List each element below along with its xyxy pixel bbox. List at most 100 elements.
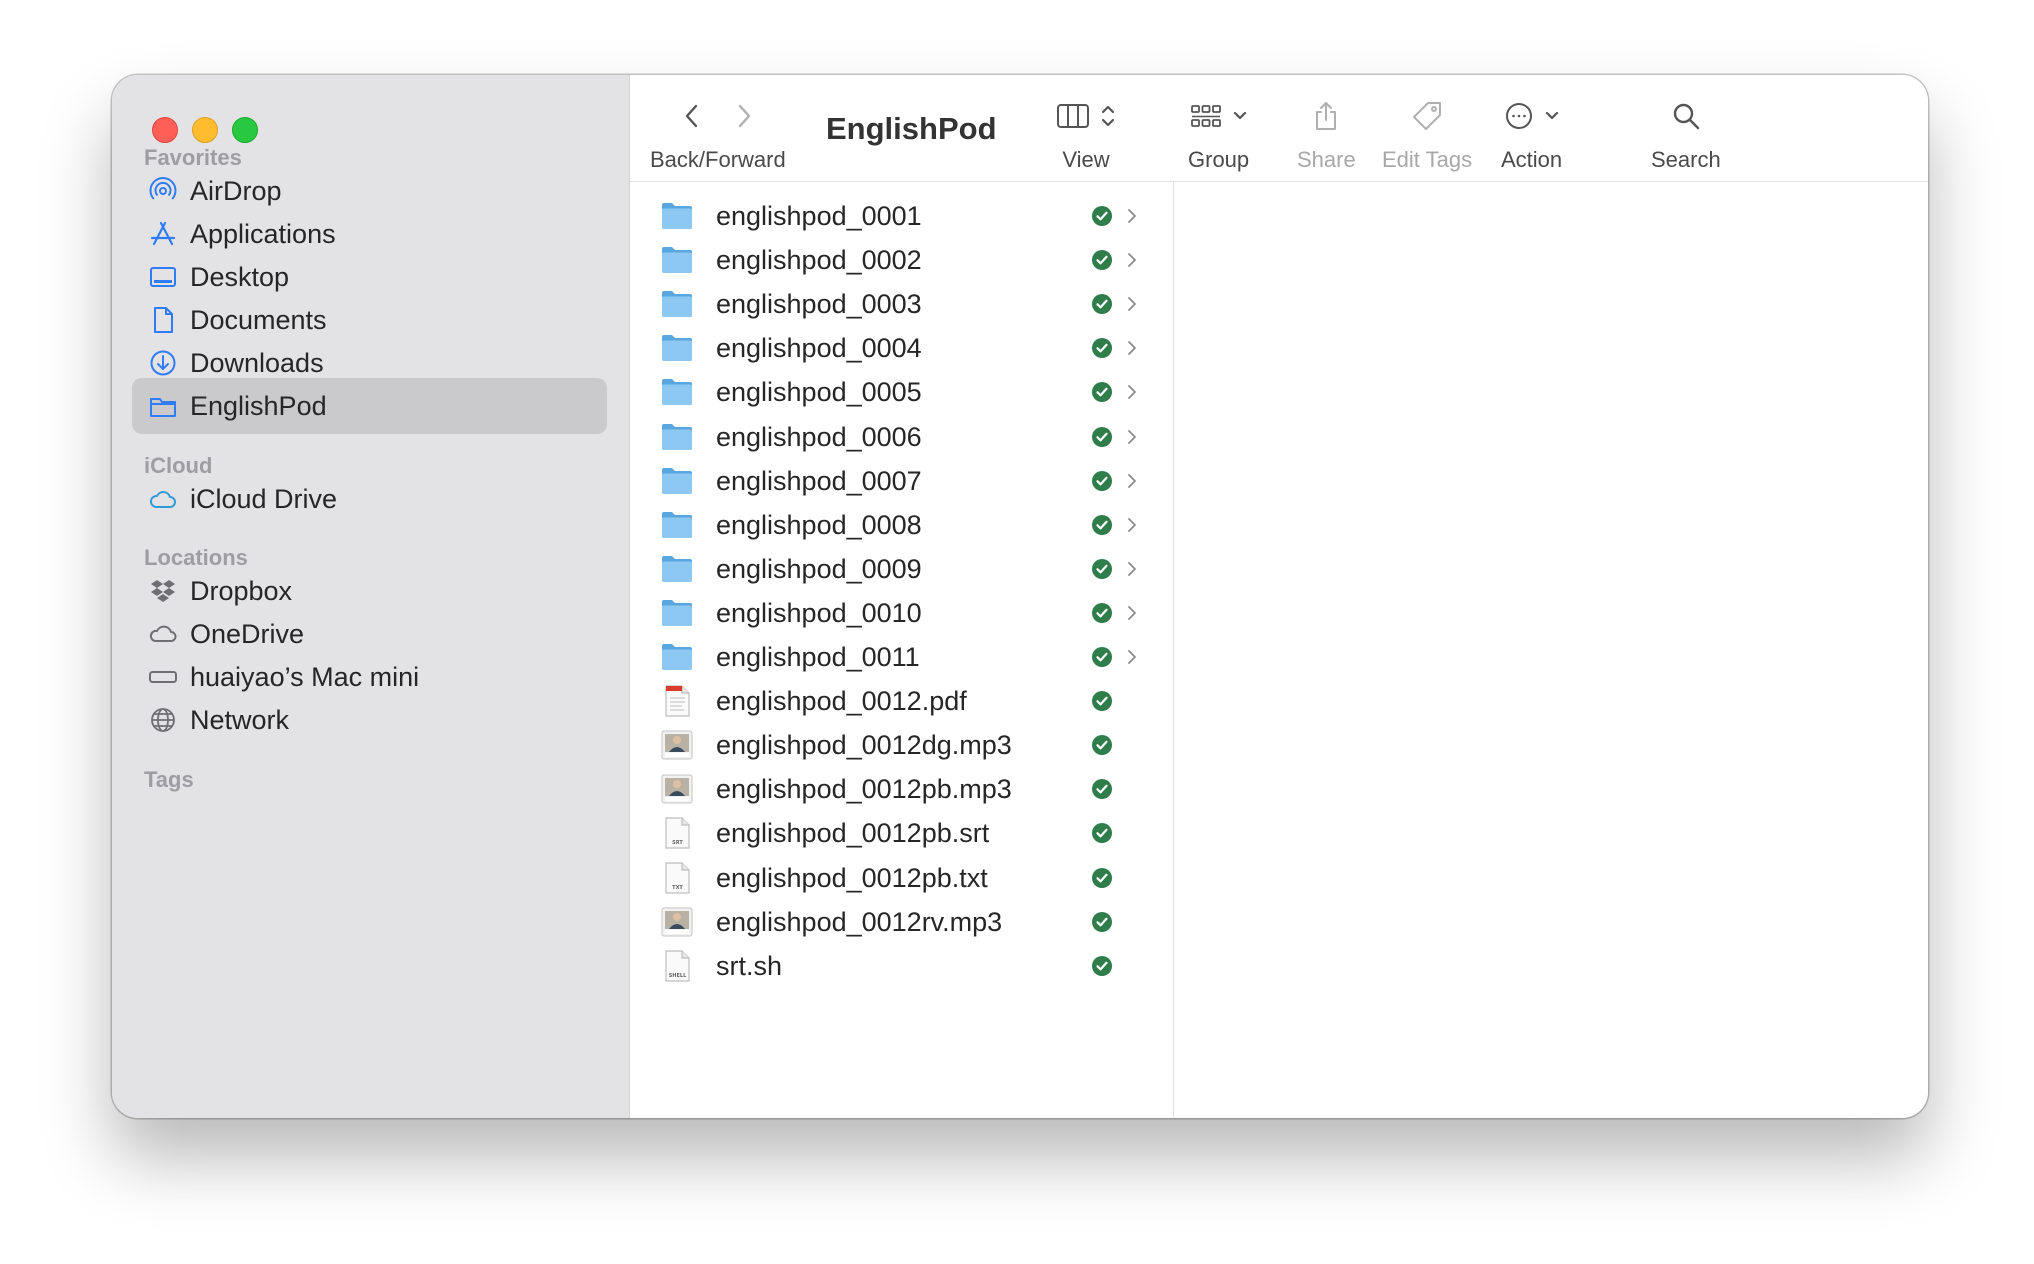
file-row[interactable]: englishpod_0012rv.mp3 [630,900,1173,944]
computer-icon [146,660,180,694]
file-row[interactable]: englishpod_0005 [630,370,1173,414]
dropbox-icon [146,574,180,608]
sidebar-item-label: AirDrop [190,175,282,206]
view-button[interactable]: View [1056,95,1116,173]
group-button[interactable]: Group [1188,95,1249,173]
synced-check-icon [1092,470,1112,491]
synced-check-icon [1092,206,1112,226]
search-icon [1671,101,1701,131]
finder-window: Favorites AirDrop Applications Desktop D… [112,75,1928,1118]
synced-check-icon [1092,382,1112,403]
airdrop-icon [146,174,180,208]
sidebar-item-icloud-drive[interactable]: iCloud Drive [132,471,607,527]
file-row[interactable]: englishpod_0002 [630,238,1173,282]
tag-icon [1411,100,1443,132]
file-row[interactable]: englishpod_0012dg.mp3 [630,723,1173,767]
svg-text:SRT: SRT [672,840,683,846]
minimize-button[interactable] [192,117,218,143]
sidebar-item-network[interactable]: Network [132,692,607,748]
sidebar: Favorites AirDrop Applications Desktop D… [112,75,630,1118]
file-name: englishpod_0012.pdf [716,686,967,717]
action-label: Action [1501,147,1563,172]
preview-pane [1175,182,1928,1118]
synced-check-icon [1092,779,1112,800]
toolbar: Back/Forward EnglishPod View Group Share… [630,75,1928,182]
folder-icon [146,389,180,423]
cloud-icon [146,617,180,651]
file-row[interactable]: SRT englishpod_0012pb.srt [630,811,1173,855]
zoom-button[interactable] [232,117,258,143]
folder-icon [660,331,694,365]
back-forward-label: Back/Forward [650,147,786,172]
chevron-left-icon[interactable] [680,101,704,131]
sidebar-item-englishpod[interactable]: EnglishPod [132,378,607,434]
search-label: Search [1651,147,1721,172]
folder-icon [660,420,694,454]
chevron-right-icon [1126,382,1138,407]
share-label: Share [1297,147,1356,172]
file-row[interactable]: englishpod_0008 [630,503,1173,547]
chevron-right-icon [1126,603,1138,628]
sidebar-item-label: Desktop [190,261,290,292]
file-row[interactable]: englishpod_0010 [630,591,1173,635]
file-name: englishpod_0006 [716,421,922,452]
text-file-icon: TXT [660,861,694,895]
sidebar-item-label: Downloads [190,347,324,378]
globe-icon [146,703,180,737]
file-row[interactable]: englishpod_0007 [630,459,1173,503]
view-label: View [1062,147,1110,172]
file-name: srt.sh [716,950,783,981]
more-options-icon [1504,101,1534,131]
sidebar-item-label: huaiyao’s Mac mini [190,661,420,692]
file-name: englishpod_0009 [716,553,922,584]
file-row[interactable]: englishpod_0001 [630,194,1173,238]
file-name: englishpod_0010 [716,597,922,628]
file-name: englishpod_0002 [716,245,922,276]
synced-check-icon [1092,823,1112,844]
synced-check-icon [1092,911,1112,932]
synced-check-icon [1092,514,1112,535]
chevron-right-icon [1126,206,1138,231]
file-row[interactable]: englishpod_0011 [630,635,1173,679]
file-row[interactable]: SHELL srt.sh [630,944,1173,988]
chevron-right-icon[interactable] [732,101,756,131]
sidebar-item-label: EnglishPod [190,390,327,421]
file-name: englishpod_0004 [716,333,922,364]
synced-check-icon [1092,294,1112,315]
sidebar-item-label: Dropbox [190,575,293,606]
share-button[interactable]: Share [1297,95,1356,173]
close-button[interactable] [152,117,178,143]
sidebar-item-label: Documents [190,304,327,335]
action-button[interactable]: Action [1501,95,1562,173]
synced-check-icon [1092,735,1112,756]
file-row[interactable]: TXT englishpod_0012pb.txt [630,856,1173,900]
synced-check-icon [1092,647,1112,667]
search-button[interactable]: Search [1651,95,1721,173]
file-row[interactable]: englishpod_0009 [630,547,1173,591]
synced-check-icon [1092,602,1112,623]
file-name: englishpod_0012pb.srt [716,818,990,849]
file-name: englishpod_0012rv.mp3 [716,906,1003,937]
sidebar-item-label: Network [190,704,290,735]
chevron-right-icon [1126,559,1138,584]
chevron-updown-icon [1100,103,1116,129]
folder-icon [660,199,694,233]
share-icon [1312,100,1340,132]
folder-icon [660,287,694,321]
file-row[interactable]: englishpod_0012pb.mp3 [630,767,1173,811]
file-name: englishpod_0001 [716,201,922,231]
file-row[interactable]: englishpod_0012.pdf [630,679,1173,723]
synced-check-icon [1092,867,1112,888]
folder-icon [660,596,694,630]
sidebar-item-label: Applications [190,218,336,249]
file-name: englishpod_0012pb.mp3 [716,774,1012,805]
cloud-icon [146,482,180,516]
svg-text:SHELL: SHELL [669,973,687,979]
file-row[interactable]: englishpod_0004 [630,326,1173,370]
edit-tags-button[interactable]: Edit Tags [1382,95,1472,173]
chevron-right-icon [1126,647,1138,672]
folder-icon [660,375,694,409]
file-row[interactable]: englishpod_0006 [630,415,1173,459]
file-row[interactable]: englishpod_0003 [630,282,1173,326]
file-name: englishpod_0005 [716,377,922,408]
